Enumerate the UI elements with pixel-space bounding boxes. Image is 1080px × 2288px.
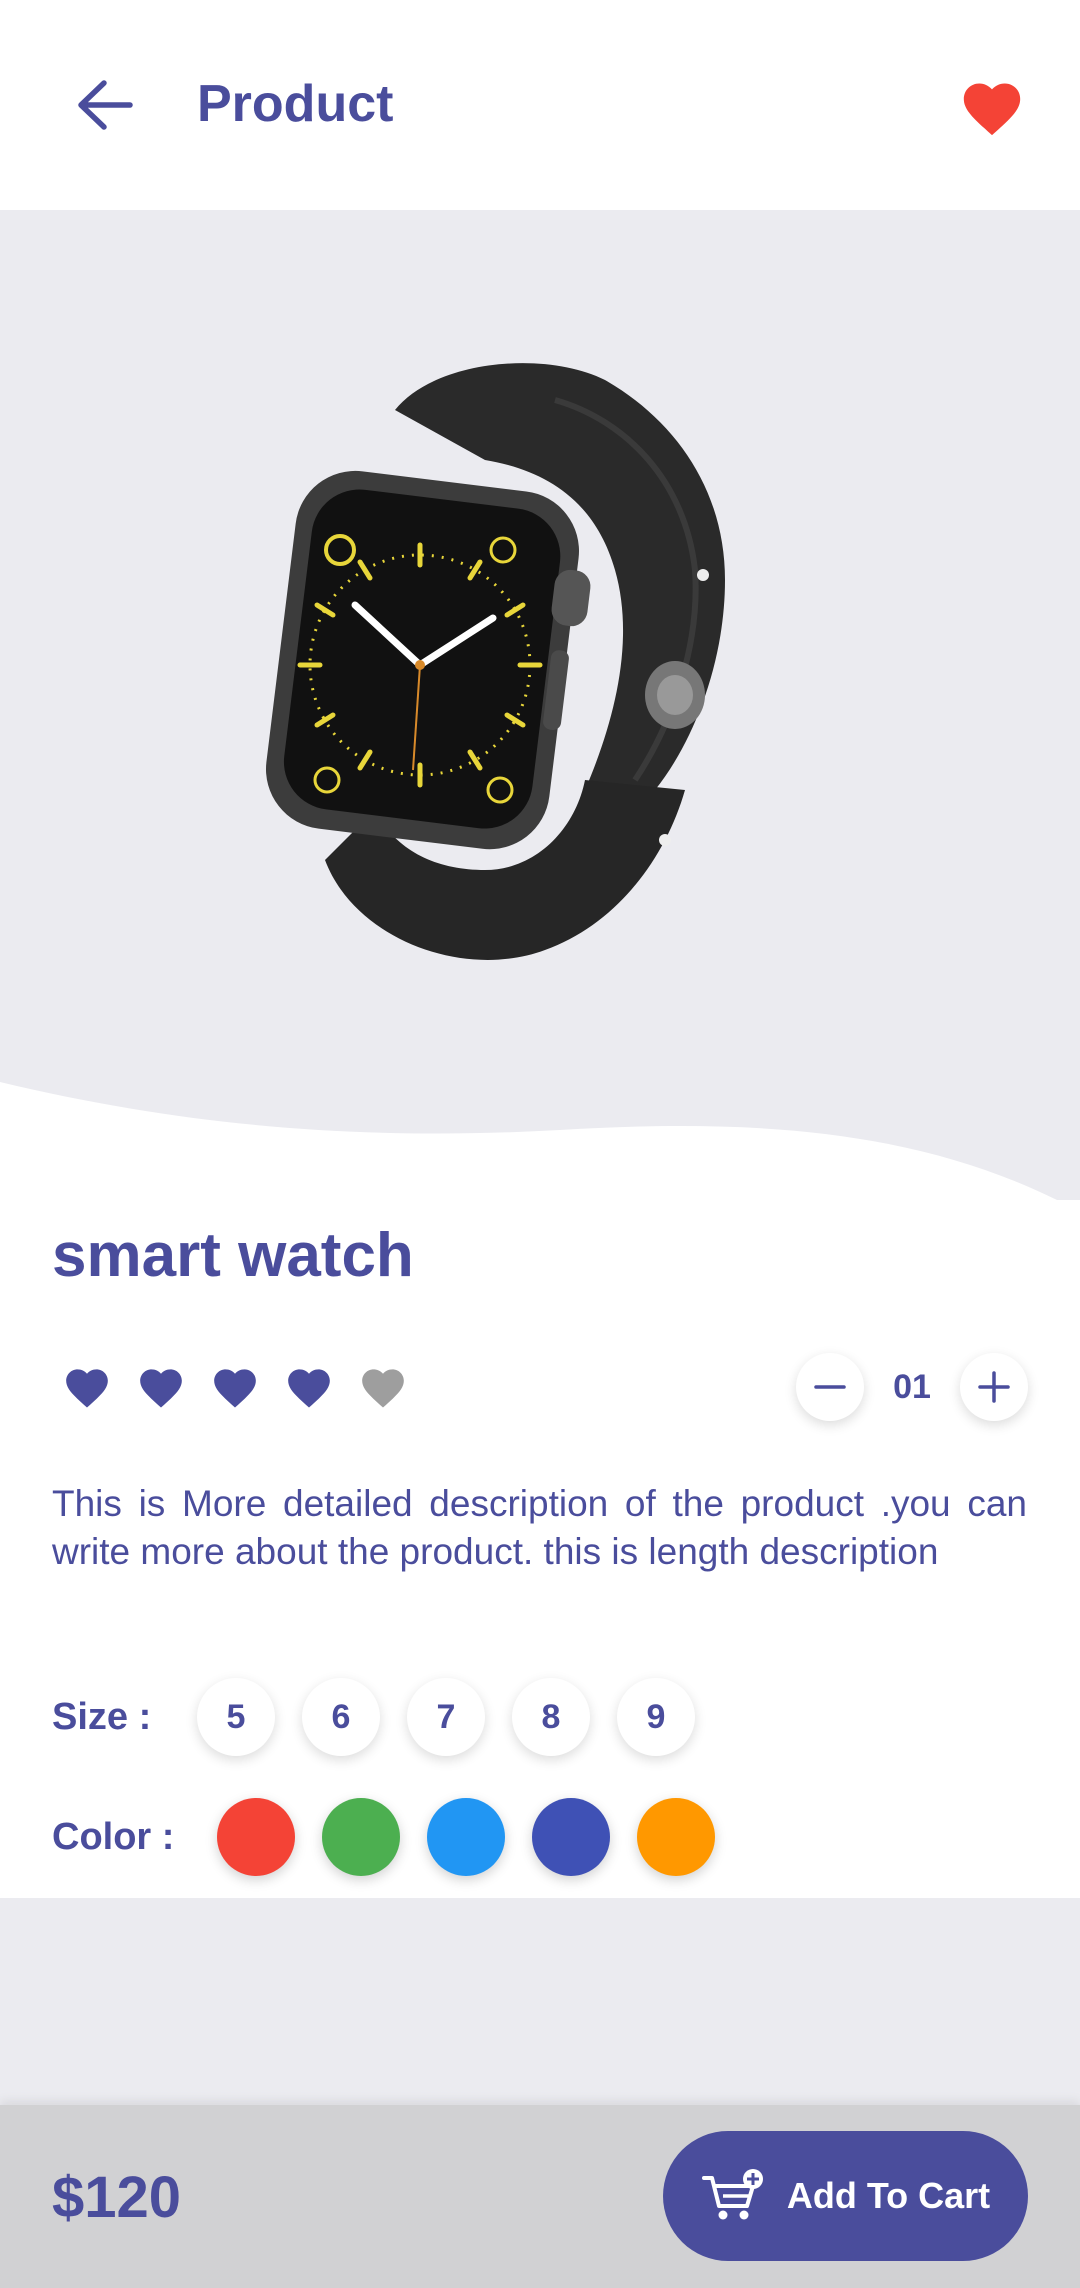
quantity-value: 01 — [893, 1367, 931, 1406]
rating — [62, 1363, 408, 1414]
color-option-green[interactable] — [322, 1798, 400, 1876]
color-option-indigo[interactable] — [532, 1798, 610, 1876]
increase-quantity-button[interactable] — [960, 1353, 1028, 1421]
size-option[interactable]: 5 — [197, 1678, 275, 1756]
heart-icon — [963, 83, 1021, 136]
size-options: Size : 5 6 7 8 9 — [52, 1678, 722, 1756]
cart-plus-icon — [701, 2169, 763, 2220]
rating-heart-empty-icon — [358, 1363, 408, 1414]
product-details: smart watch 01 This is More detailed des… — [0, 1200, 1080, 1898]
color-option-orange[interactable] — [637, 1798, 715, 1876]
color-option-red[interactable] — [217, 1798, 295, 1876]
size-option[interactable]: 7 — [407, 1678, 485, 1756]
size-option[interactable]: 8 — [512, 1678, 590, 1756]
rating-heart-filled-icon — [284, 1363, 334, 1414]
rating-heart-filled-icon — [62, 1363, 112, 1414]
add-to-cart-label: Add To Cart — [786, 2175, 991, 2216]
size-label: Size : — [52, 1695, 152, 1738]
favorite-button[interactable] — [954, 68, 1030, 144]
product-name: smart watch — [52, 1221, 414, 1290]
product-image — [265, 363, 725, 960]
product-image-area — [0, 210, 1080, 1210]
app-bar: Product — [0, 0, 1080, 210]
color-label: Color : — [52, 1815, 175, 1858]
page-title: Product — [197, 75, 394, 133]
size-option[interactable]: 6 — [302, 1678, 380, 1756]
size-option[interactable]: 9 — [617, 1678, 695, 1756]
decrease-quantity-button[interactable] — [796, 1353, 864, 1421]
product-description: This is More detailed description of the… — [52, 1483, 1027, 1572]
rating-heart-filled-icon — [210, 1363, 260, 1414]
quantity-stepper: 01 — [796, 1353, 1028, 1421]
product-price: $120 — [52, 2165, 182, 2230]
plus-icon — [978, 1371, 1010, 1403]
color-option-blue[interactable] — [427, 1798, 505, 1876]
back-button[interactable] — [70, 70, 140, 140]
bottom-bar: $120 Add To Cart — [0, 2105, 1080, 2288]
arrow-left-icon — [78, 80, 133, 130]
add-to-cart-button[interactable]: Add To Cart — [663, 2131, 1028, 2261]
rating-heart-filled-icon — [136, 1363, 186, 1414]
color-options: Color : — [52, 1798, 742, 1876]
minus-icon — [814, 1385, 846, 1389]
